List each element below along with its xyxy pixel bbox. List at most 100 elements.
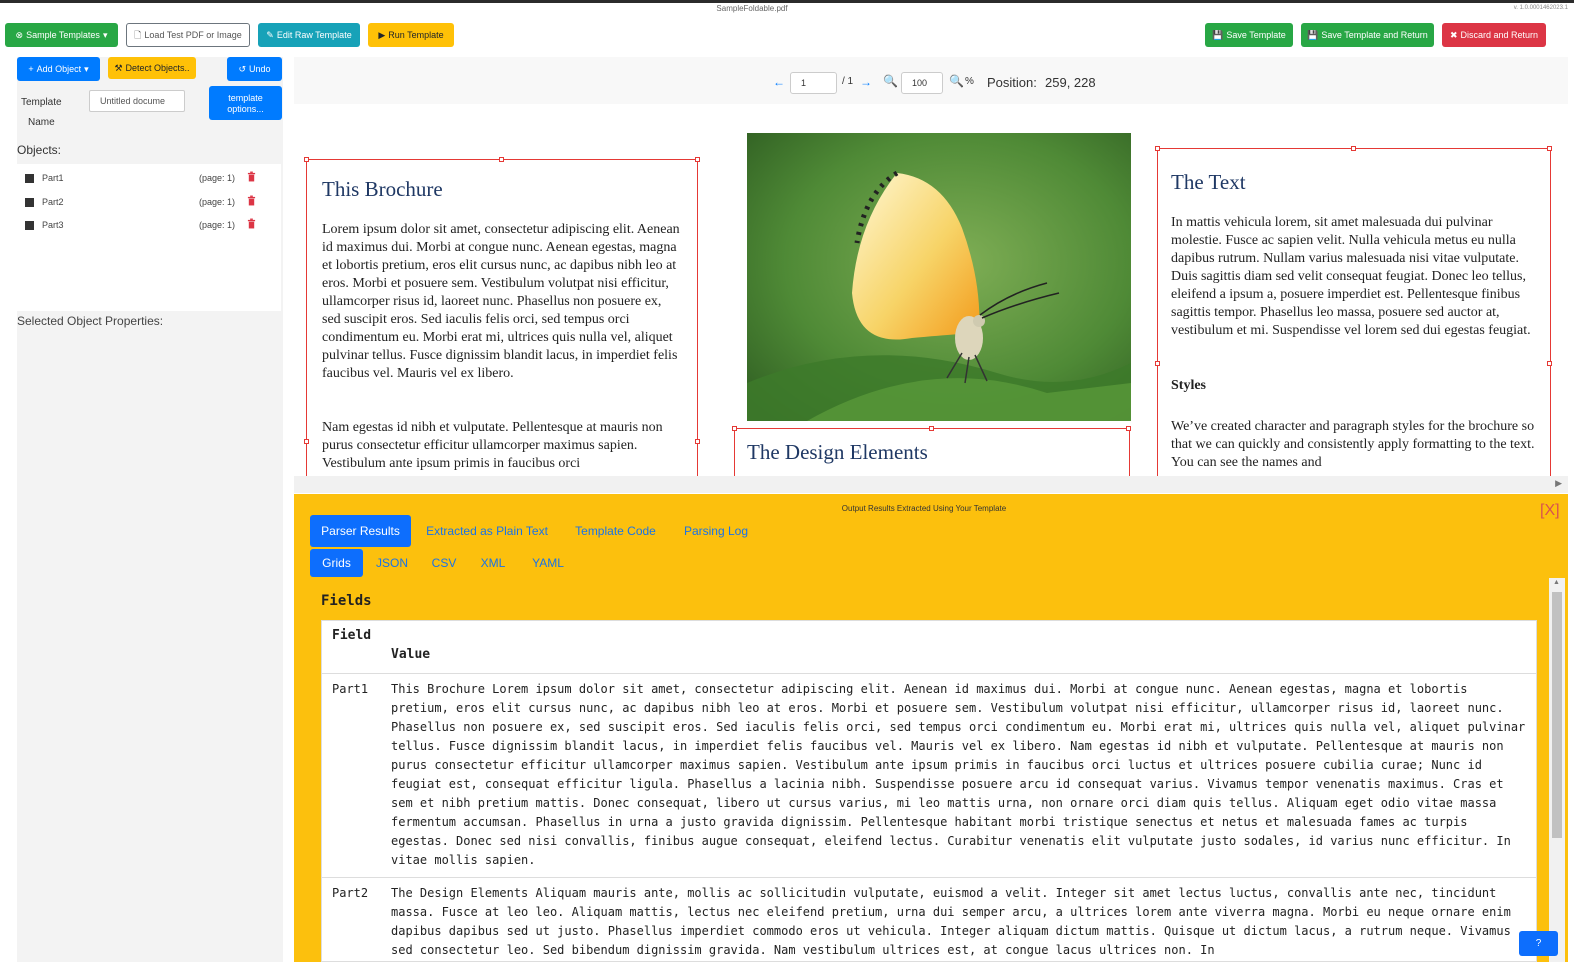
object-name: Part2 xyxy=(42,197,64,207)
subtab-json[interactable]: JSON xyxy=(371,549,413,577)
save-template-button[interactable]: 💾 Save Template xyxy=(1205,23,1293,47)
resize-handle[interactable] xyxy=(499,157,504,162)
run-template-button[interactable]: ▶ Run Template xyxy=(368,23,454,47)
save-icon: 💾 xyxy=(1307,29,1319,40)
trash-icon[interactable] xyxy=(247,218,256,229)
detect-objects-button[interactable]: ⚒ Detect Objects.. xyxy=(108,57,196,79)
col1-paragraph-2: Nam egestas id nibh et vulputate. Pellen… xyxy=(322,420,663,471)
column-header-field: Field xyxy=(332,628,372,643)
x-icon: ✖ xyxy=(1449,29,1458,40)
table-row-field: Part1 xyxy=(332,682,369,696)
object-item[interactable]: Part3 (page: 1) xyxy=(17,217,281,237)
objects-list: Part1 (page: 1) Part2 (page: 1) Part3 (p… xyxy=(17,164,281,311)
resize-handle[interactable] xyxy=(1351,146,1356,151)
zoom-out-icon[interactable]: 🔍 xyxy=(883,74,898,88)
zoom-unit: % xyxy=(965,76,974,87)
page-total: / 1 xyxy=(842,76,854,87)
trash-icon[interactable] xyxy=(247,171,256,182)
template-name-label-2: Name xyxy=(28,117,55,128)
zoom-in-icon[interactable]: 🔍 xyxy=(949,74,964,88)
tab-template-code[interactable]: Template Code xyxy=(564,515,667,547)
subtab-xml[interactable]: XML xyxy=(475,549,511,577)
add-object-label: Add Object xyxy=(36,64,82,74)
object-color-swatch xyxy=(25,198,34,207)
undo-button[interactable]: ↺ Undo xyxy=(227,57,282,81)
load-test-pdf-button[interactable]: 🗋 Load Test PDF or Image xyxy=(126,23,250,47)
discard-return-button[interactable]: ✖ Discard and Return xyxy=(1442,23,1546,47)
page-number-input[interactable]: 1 xyxy=(790,72,837,94)
object-item[interactable]: Part1 (page: 1) xyxy=(17,170,281,190)
save-template-return-button[interactable]: 💾 Save Template and Return xyxy=(1301,23,1434,47)
arrow-right-icon[interactable]: → xyxy=(860,75,872,89)
template-options-button[interactable]: template options... xyxy=(209,86,282,120)
resize-handle[interactable] xyxy=(1155,146,1160,151)
template-name-label-1: Template xyxy=(21,97,62,108)
results-close-button[interactable]: [X] xyxy=(1540,502,1560,520)
object-page: (page: 1) xyxy=(199,220,236,230)
help-button[interactable]: ? xyxy=(1519,931,1558,956)
template-name-field[interactable]: Untitled docume xyxy=(89,90,185,112)
table-row-field: Part2 xyxy=(332,886,369,900)
load-test-label: Load Test PDF or Image xyxy=(144,30,242,40)
butterfly-image xyxy=(747,133,1131,421)
tab-plain-text[interactable]: Extracted as Plain Text xyxy=(419,515,555,547)
col3-paragraph-2: We’ve created character and paragraph st… xyxy=(1171,419,1535,470)
objects-title: Objects: xyxy=(17,143,62,157)
document-preview[interactable]: This Brochure Lorem ipsum dolor sit amet… xyxy=(294,104,1568,476)
arrow-left-icon[interactable]: ← xyxy=(773,75,785,89)
file-icon: 🗋 xyxy=(134,29,142,40)
results-panel: Output Results Extracted Using Your Temp… xyxy=(294,494,1568,962)
table-row-value: This Brochure Lorem ipsum dolor sit amet… xyxy=(391,682,1526,867)
resize-handle[interactable] xyxy=(1547,361,1552,366)
plus-icon: + xyxy=(28,63,34,74)
document-filename: SampleFoldable.pdf xyxy=(716,4,788,13)
viewer-toolbar: ← 1 / 1 → 🔍 100 🔍 % Position: 259, 228 xyxy=(294,57,1568,104)
sample-templates-button[interactable]: ⊗ Sample Templates ▾ xyxy=(5,23,118,47)
resize-handle[interactable] xyxy=(1547,146,1552,151)
add-object-button[interactable]: + Add Object ▾ xyxy=(17,57,100,81)
fields-title: Fields xyxy=(321,593,372,609)
position-label: Position: xyxy=(987,75,1037,90)
caret-down-icon: ▾ xyxy=(84,63,89,74)
horizontal-scrollbar[interactable]: ▶ xyxy=(294,476,1568,493)
col1-paragraph-1: Lorem ipsum dolor sit amet, consectetur … xyxy=(322,222,680,381)
fields-table: Field Value Part1 This Brochure Lorem ip… xyxy=(321,620,1537,962)
subtab-grids[interactable]: Grids xyxy=(310,549,363,577)
detect-objects-label: Detect Objects.. xyxy=(125,63,190,73)
col1-heading: This Brochure xyxy=(322,177,443,201)
save-return-label: Save Template and Return xyxy=(1321,30,1428,40)
results-vertical-scrollbar[interactable]: ▲ xyxy=(1549,578,1565,962)
object-name: Part1 xyxy=(42,173,64,183)
wand-icon: ⚒ xyxy=(114,62,123,73)
resize-handle[interactable] xyxy=(695,439,700,444)
resize-handle[interactable] xyxy=(929,426,934,431)
window-top-border xyxy=(0,0,1574,3)
subtab-yaml[interactable]: YAML xyxy=(525,549,571,577)
trash-icon[interactable] xyxy=(247,195,256,206)
scroll-right-arrow-icon[interactable]: ▶ xyxy=(1555,478,1562,489)
tab-parser-results[interactable]: Parser Results xyxy=(310,515,411,547)
resize-handle[interactable] xyxy=(732,426,737,431)
resize-handle[interactable] xyxy=(695,157,700,162)
object-item[interactable]: Part2 (page: 1) xyxy=(17,194,281,214)
resize-handle[interactable] xyxy=(304,439,309,444)
scroll-up-arrow-icon[interactable]: ▲ xyxy=(1553,579,1560,586)
resize-handle[interactable] xyxy=(1155,361,1160,366)
subtab-csv[interactable]: CSV xyxy=(425,549,463,577)
column-header-value: Value xyxy=(391,647,431,662)
position-value: 259, 228 xyxy=(1045,75,1096,90)
object-color-swatch xyxy=(25,221,34,230)
resize-handle[interactable] xyxy=(304,157,309,162)
object-page: (page: 1) xyxy=(199,197,236,207)
col3-heading: The Text xyxy=(1171,170,1246,194)
scrollbar-thumb[interactable] xyxy=(1552,592,1562,838)
object-color-swatch xyxy=(25,174,34,183)
resize-handle[interactable] xyxy=(1126,426,1131,431)
undo-icon: ↺ xyxy=(238,63,247,74)
zoom-input[interactable]: 100 xyxy=(901,72,943,94)
run-template-label: Run Template xyxy=(388,30,444,40)
circle-x-icon: ⊗ xyxy=(15,29,24,40)
tab-parsing-log[interactable]: Parsing Log xyxy=(676,515,756,547)
object-page: (page: 1) xyxy=(199,173,236,183)
edit-raw-template-button[interactable]: ✎ Edit Raw Template xyxy=(258,23,360,47)
